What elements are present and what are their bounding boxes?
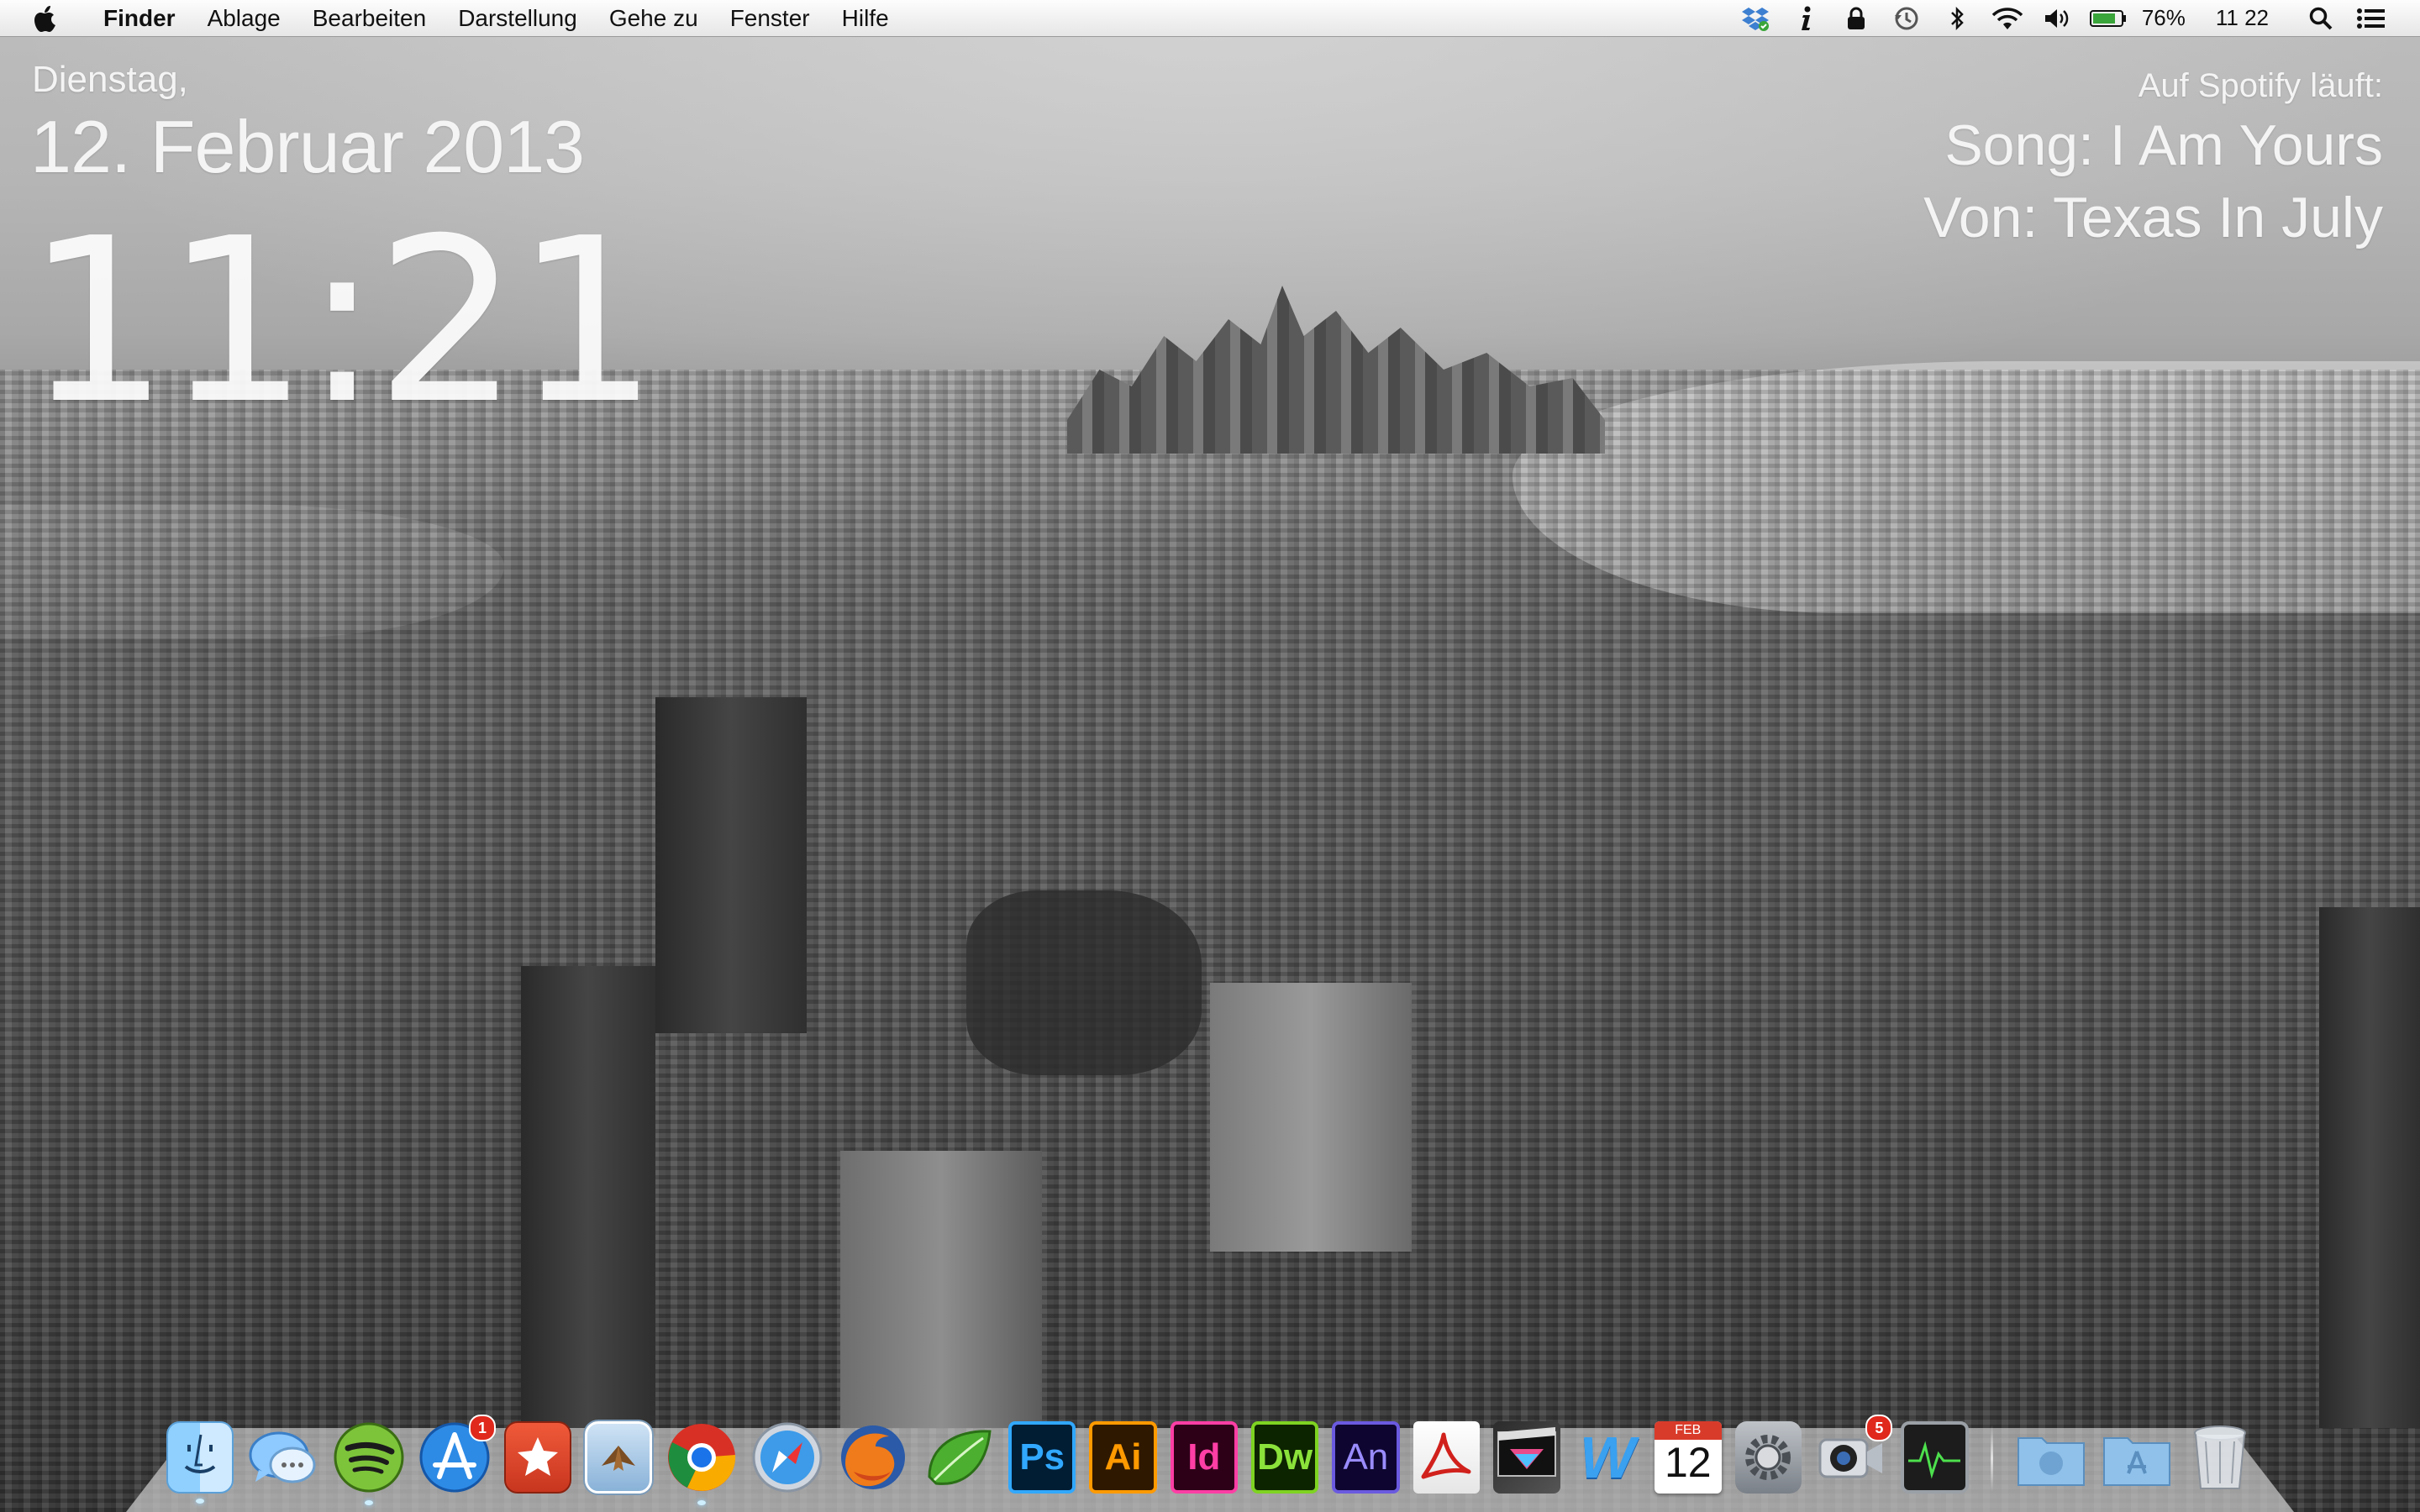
trash-icon[interactable] [2186, 1421, 2254, 1494]
running-indicator [364, 1500, 373, 1505]
dropbox-icon[interactable] [1737, 3, 1774, 34]
activity-monitor-icon[interactable] [1901, 1421, 1969, 1494]
photoshop-label: Ps [1019, 1436, 1065, 1478]
system-preferences-icon[interactable] [1734, 1421, 1802, 1494]
downloads-stack-icon[interactable] [2015, 1421, 2087, 1494]
menu-bar-left: Finder Ablage Bearbeiten Darstellung Geh… [0, 0, 905, 36]
finder-icon[interactable] [166, 1421, 234, 1504]
spotify-artist: Von: Texas In July [1923, 186, 2383, 249]
menu-hilfe[interactable]: Hilfe [826, 0, 905, 36]
spotify-song: Song: I Am Yours [1944, 113, 2383, 177]
wifi-icon[interactable] [1989, 3, 2026, 34]
running-indicator [697, 1500, 707, 1505]
menu-bar-status: 76% 11 22 [1730, 0, 2420, 36]
menu-app-finder[interactable]: Finder [87, 0, 192, 36]
menu-ablage[interactable]: Ablage [192, 0, 297, 36]
menu-bar: Finder Ablage Bearbeiten Darstellung Geh… [0, 0, 2420, 37]
calendar-month: FEB [1654, 1421, 1722, 1440]
building-tall-left [521, 966, 655, 1436]
spotlight-search-icon[interactable] [2302, 3, 2339, 34]
city-texture [0, 370, 2420, 1512]
app-store-badge: 1 [468, 1415, 496, 1441]
calendar-icon[interactable]: FEB 12 [1654, 1421, 1722, 1494]
widget-weekday: Dienstag, [32, 59, 188, 100]
menu-clock[interactable]: 11 22 [2216, 5, 2269, 31]
bluetooth-icon[interactable] [1939, 3, 1975, 34]
calendar-day: 12 [1664, 1439, 1712, 1486]
indesign-label: Id [1187, 1436, 1221, 1478]
menu-bearbeiten[interactable]: Bearbeiten [297, 0, 442, 36]
battery-percent: 76% [2141, 5, 2186, 30]
illustrator-label: Ai [1104, 1436, 1142, 1478]
animate-icon[interactable]: An [1332, 1421, 1400, 1494]
facetime-badge: 5 [1865, 1415, 1893, 1441]
wunderlist-icon[interactable] [503, 1421, 571, 1494]
widget-clock: 11:21 [25, 189, 659, 454]
firefox-icon[interactable] [837, 1421, 909, 1494]
building-dark-tower [655, 697, 807, 1033]
volume-icon[interactable] [2039, 3, 2076, 34]
notification-center-icon[interactable] [2353, 3, 2390, 34]
menu-fenster[interactable]: Fenster [714, 0, 826, 36]
facetime-icon[interactable]: 5 [1815, 1415, 1893, 1494]
chrome-icon[interactable] [666, 1421, 738, 1505]
acrobat-icon[interactable] [1413, 1421, 1481, 1494]
dreamweaver-label: Dw [1257, 1436, 1313, 1478]
building-white [840, 1151, 1042, 1428]
info-icon[interactable] [1787, 3, 1824, 34]
illustrator-icon[interactable]: Ai [1089, 1421, 1157, 1494]
spotify-heading: Auf Spotify läuft: [2138, 67, 2383, 104]
indesign-icon[interactable]: Id [1170, 1421, 1238, 1494]
mail-icon[interactable] [584, 1421, 653, 1494]
app-store-icon[interactable]: 1 [418, 1415, 496, 1494]
final-cut-icon[interactable] [1493, 1421, 1561, 1494]
menu-gehe-zu[interactable]: Gehe zu [593, 0, 714, 36]
leaf-icon[interactable] [923, 1421, 995, 1494]
animate-label: An [1343, 1436, 1389, 1478]
word-icon[interactable]: W [1574, 1421, 1641, 1494]
safari-icon[interactable] [751, 1421, 823, 1494]
battery-icon[interactable] [2089, 3, 2127, 34]
dock-separator [1990, 1425, 1994, 1492]
dreamweaver-icon[interactable]: Dw [1250, 1421, 1319, 1494]
building-tall-right [2319, 907, 2420, 1428]
lock-icon[interactable] [1838, 3, 1875, 34]
park [966, 890, 1202, 1075]
messages-icon[interactable] [247, 1421, 319, 1494]
applications-stack-icon[interactable] [2101, 1421, 2173, 1494]
time-machine-icon[interactable] [1888, 3, 1925, 34]
dock: 1 Ps Ai Id Dw An W FEB 12 5 [160, 1413, 2260, 1505]
word-label: W [1580, 1425, 1636, 1490]
widget-date: 12. Februar 2013 [30, 105, 585, 188]
spotify-icon[interactable] [333, 1421, 405, 1505]
menu-darstellung[interactable]: Darstellung [442, 0, 593, 36]
photoshop-icon[interactable]: Ps [1008, 1421, 1076, 1494]
running-indicator [195, 1499, 204, 1504]
building-mid [1210, 983, 1412, 1252]
apple-icon[interactable] [32, 3, 60, 34]
finder-face [184, 1434, 216, 1473]
